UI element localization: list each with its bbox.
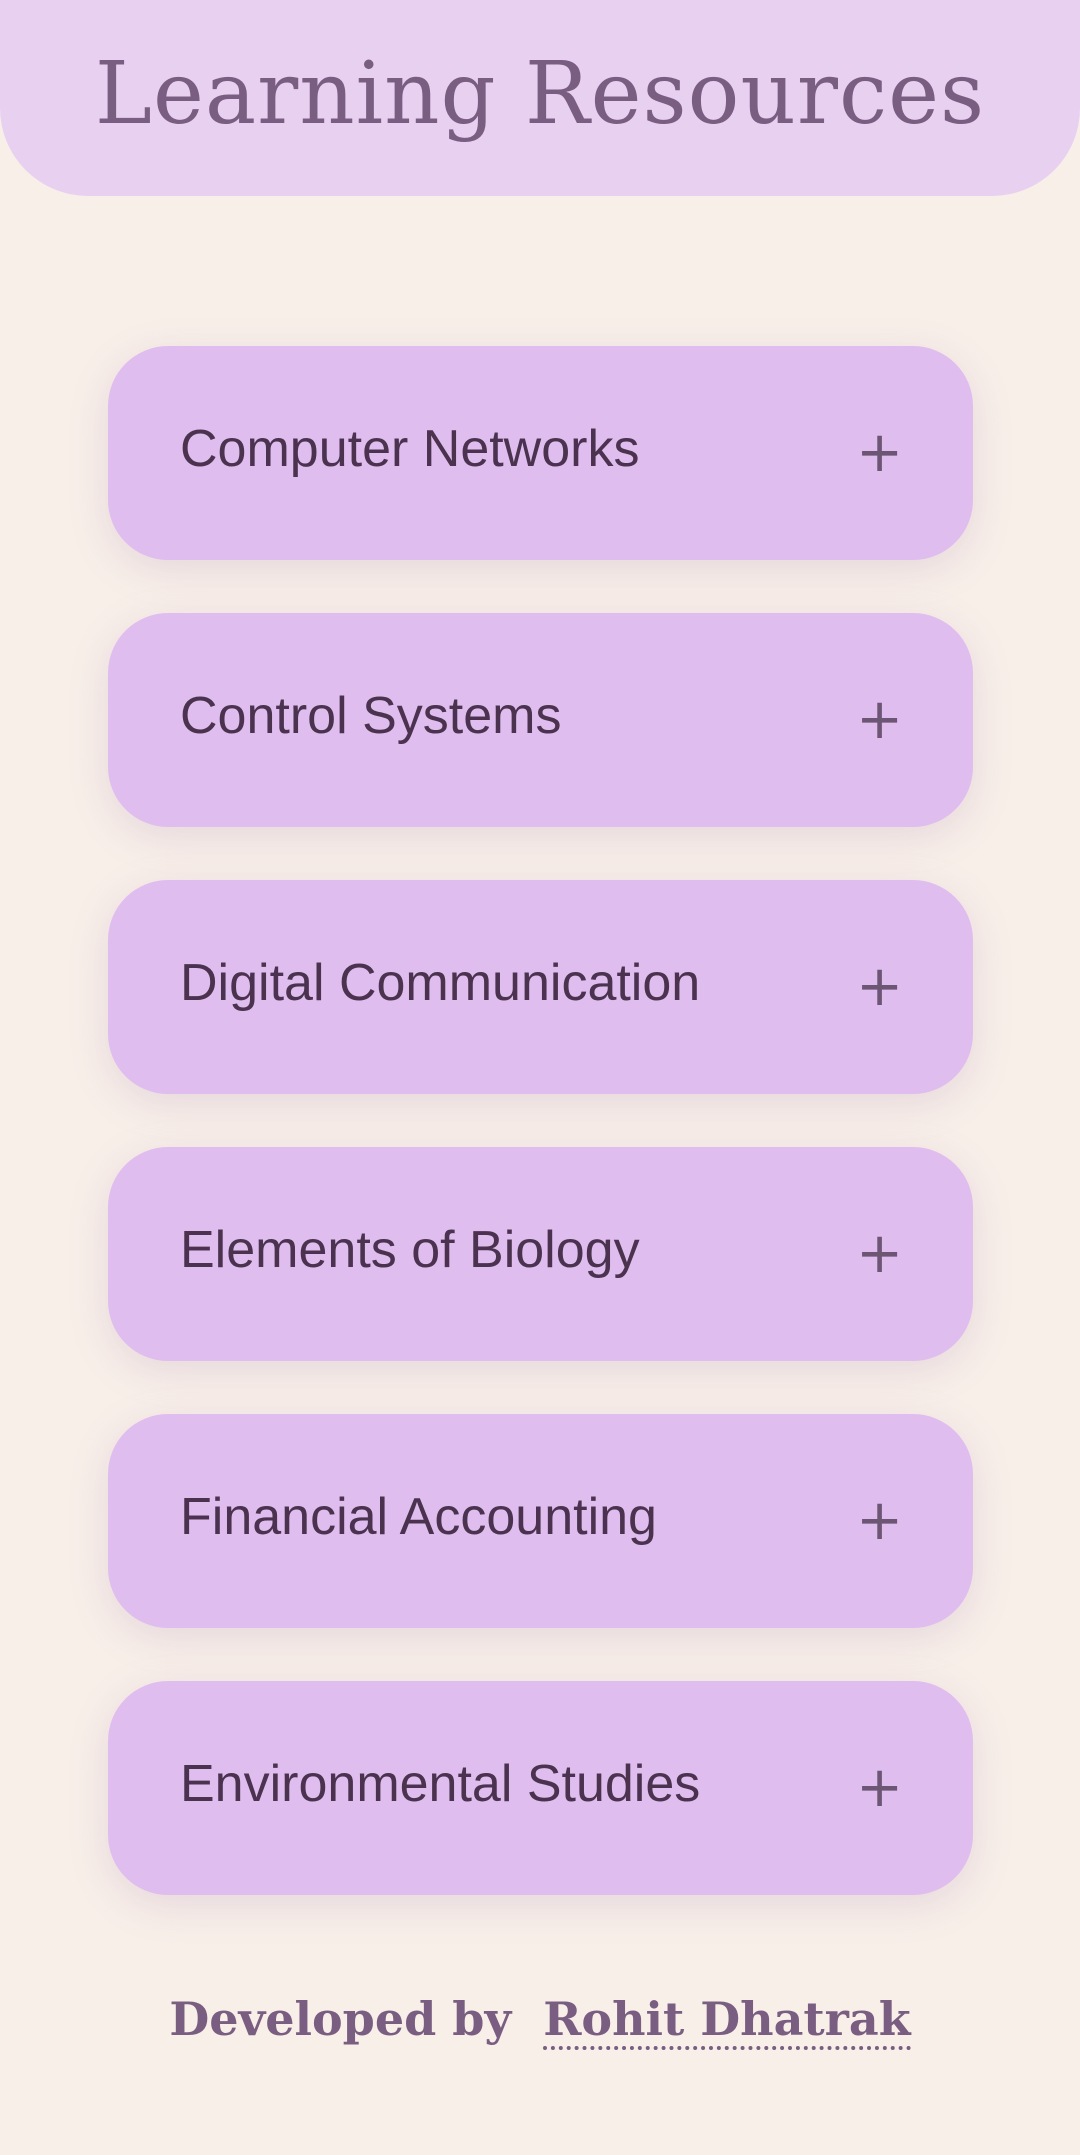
expand-plus-icon[interactable]: + xyxy=(856,1226,903,1282)
subject-item-financial-accounting[interactable]: Financial Accounting + xyxy=(108,1414,973,1628)
expand-plus-icon[interactable]: + xyxy=(856,692,903,748)
page-footer: Developed by Rohit Dhatrak xyxy=(0,1992,1080,2050)
subject-label: Elements of Biology xyxy=(180,1221,640,1279)
subject-item-environmental-studies[interactable]: Environmental Studies + xyxy=(108,1681,973,1895)
author-link[interactable]: Rohit Dhatrak xyxy=(543,1992,911,2050)
subject-list: Computer Networks + Control Systems + Di… xyxy=(108,346,973,1948)
subject-label: Control Systems xyxy=(180,687,562,745)
subject-label: Digital Communication xyxy=(180,954,701,1012)
subject-item-control-systems[interactable]: Control Systems + xyxy=(108,613,973,827)
page-title: Learning Resources xyxy=(94,44,986,144)
expand-plus-icon[interactable]: + xyxy=(856,959,903,1015)
expand-plus-icon[interactable]: + xyxy=(856,1760,903,1816)
page-header: Learning Resources xyxy=(0,0,1080,196)
subject-item-computer-networks[interactable]: Computer Networks + xyxy=(108,346,973,560)
subject-item-elements-of-biology[interactable]: Elements of Biology + xyxy=(108,1147,973,1361)
subject-item-digital-communication[interactable]: Digital Communication + xyxy=(108,880,973,1094)
expand-plus-icon[interactable]: + xyxy=(856,1493,903,1549)
subject-label: Computer Networks xyxy=(180,420,640,478)
subject-label: Financial Accounting xyxy=(180,1488,657,1546)
footer-credit-text: Developed by xyxy=(169,1992,512,2046)
subject-label: Environmental Studies xyxy=(180,1755,701,1813)
expand-plus-icon[interactable]: + xyxy=(856,425,903,481)
